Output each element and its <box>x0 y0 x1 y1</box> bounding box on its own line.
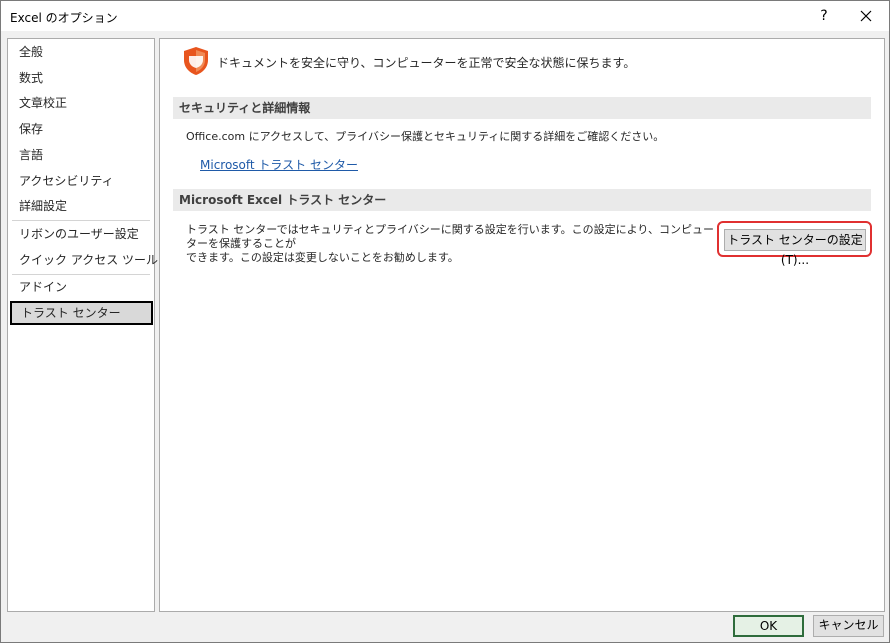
section-header-security: セキュリティと詳細情報 <box>173 97 871 119</box>
sidebar-item-formulas[interactable]: 数式 <box>8 66 154 90</box>
panel-header-text: ドキュメントを安全に守り、コンピューターを正常で安全な状態に保ちます。 <box>217 56 636 70</box>
sidebar-item-trust-center[interactable]: トラスト センター <box>10 301 153 325</box>
sidebar-item-general[interactable]: 全般 <box>8 40 154 64</box>
description-line-2: できます。この設定は変更しないことをお勧めします。 <box>186 251 459 264</box>
sidebar-divider <box>12 220 150 221</box>
trust-center-description: トラスト センターではセキュリティとプライバシーに関する設定を行います。この設定… <box>186 223 716 265</box>
shield-icon <box>184 47 208 75</box>
help-button[interactable]: ? <box>809 4 839 28</box>
sidebar-item-customize-ribbon[interactable]: リボンのユーザー設定 <box>8 222 154 246</box>
description-line-1: トラスト センターではセキュリティとプライバシーに関する設定を行います。この設定… <box>186 223 714 250</box>
microsoft-trust-center-link[interactable]: Microsoft トラスト センター <box>200 156 358 173</box>
options-dialog: Excel のオプション ? 全般 数式 文章校正 保存 言語 アクセシビリティ… <box>0 0 890 643</box>
sidebar-item-language[interactable]: 言語 <box>8 143 154 167</box>
trust-center-settings-button[interactable]: トラスト センターの設定(T)... <box>724 229 866 267</box>
sidebar-item-save[interactable]: 保存 <box>8 117 154 141</box>
close-icon <box>860 10 872 22</box>
sidebar-item-accessibility[interactable]: アクセシビリティ <box>8 169 154 193</box>
title-bar: Excel のオプション ? <box>1 1 889 31</box>
sidebar-item-addins[interactable]: アドイン <box>8 275 154 299</box>
category-sidebar: 全般 数式 文章校正 保存 言語 アクセシビリティ 詳細設定 リボンのユーザー設… <box>7 38 186 612</box>
section-header-excel-trust-center: Microsoft Excel トラスト センター <box>173 189 871 211</box>
window-title: Excel のオプション <box>10 11 118 25</box>
sidebar-item-quick-access-toolbar[interactable]: クイック アクセス ツール バー <box>8 248 186 272</box>
security-info-text: Office.com にアクセスして、プライバシー保護とセキュリティに関する詳細… <box>186 130 665 143</box>
ok-button[interactable]: OK <box>733 615 804 637</box>
cancel-button[interactable]: キャンセル <box>813 615 884 637</box>
sidebar-item-advanced[interactable]: 詳細設定 <box>8 194 154 218</box>
sidebar-item-proofing[interactable]: 文章校正 <box>8 91 154 115</box>
close-button[interactable] <box>851 4 881 28</box>
trust-center-panel: ドキュメントを安全に守り、コンピューターを正常で安全な状態に保ちます。 セキュリ… <box>159 38 885 612</box>
